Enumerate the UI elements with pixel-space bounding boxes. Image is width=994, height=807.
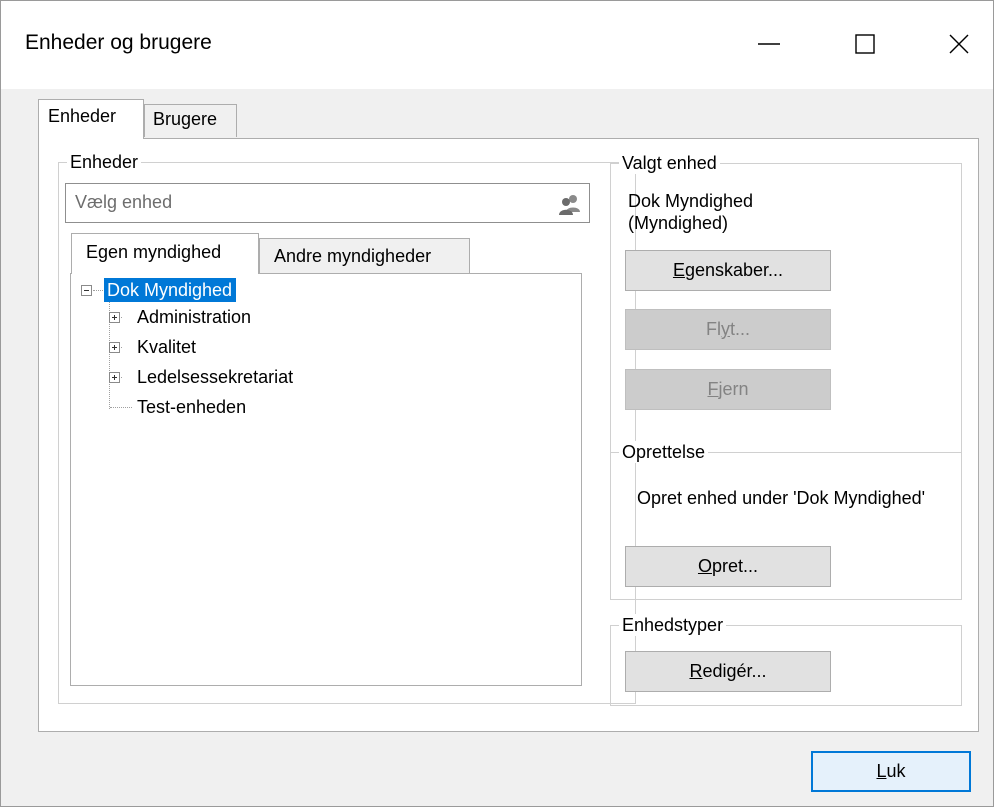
enhedstyper-label: Enhedstyper bbox=[619, 614, 727, 636]
minimize-icon bbox=[758, 43, 780, 45]
expand-icon[interactable] bbox=[109, 312, 120, 323]
egenskaber-button[interactable]: Egenskaber... bbox=[625, 250, 831, 291]
close-icon bbox=[949, 34, 969, 54]
fjern-label: jern bbox=[718, 379, 749, 399]
expand-icon[interactable] bbox=[109, 342, 120, 353]
close-window-button[interactable] bbox=[936, 23, 982, 65]
title-bar: Enheder og brugere bbox=[1, 1, 993, 89]
rediger-label: edigér... bbox=[702, 661, 767, 681]
expand-icon[interactable] bbox=[109, 372, 120, 383]
flyt-button[interactable]: Fl y t... bbox=[625, 309, 831, 350]
opret-label: pret... bbox=[711, 556, 759, 576]
users-icon[interactable] bbox=[557, 192, 583, 216]
enheder-group-label: Enheder bbox=[67, 151, 142, 173]
opret-button[interactable]: Opret... bbox=[625, 546, 831, 587]
egenskaber-mnemonic: E bbox=[672, 260, 685, 280]
selected-unit-line2: (Myndighed) bbox=[628, 213, 729, 233]
egenskaber-label: genskaber... bbox=[684, 260, 784, 280]
tree-node-test-enheden[interactable]: Test-enheden bbox=[137, 395, 246, 419]
flyt-label: t... bbox=[729, 319, 750, 339]
oprettelse-group: Oprettelse Opret enhed under 'Dok Myndig… bbox=[610, 441, 962, 600]
collapse-icon[interactable] bbox=[81, 285, 92, 296]
fjern-mnemonic: F bbox=[707, 379, 719, 399]
tree-line bbox=[93, 290, 103, 291]
tab-egen-myndighed[interactable]: Egen myndighed bbox=[71, 233, 259, 274]
tree-node-kvalitet[interactable]: Kvalitet bbox=[137, 335, 196, 359]
window-title: Enheder og brugere bbox=[25, 31, 212, 54]
rediger-mnemonic: R bbox=[689, 661, 703, 681]
search-placeholder: Vælg enhed bbox=[75, 192, 173, 212]
tab-andre-myndigheder[interactable]: Andre myndigheder bbox=[259, 238, 470, 273]
oprettelse-label: Oprettelse bbox=[619, 441, 709, 463]
luk-mnemonic: L bbox=[876, 761, 887, 781]
fjern-button[interactable]: Fjern bbox=[625, 369, 831, 410]
maximize-icon bbox=[855, 34, 875, 54]
tab-brugere[interactable]: Brugere bbox=[144, 104, 237, 137]
tree-node-ledelsessekretariat[interactable]: Ledelsessekretariat bbox=[137, 365, 293, 389]
valgt-enhed-label: Valgt enhed bbox=[619, 152, 720, 174]
tree-node-administration[interactable]: Administration bbox=[137, 305, 251, 329]
enheder-tab-panel: Enheder Vælg enhed Egen myndighed Andre … bbox=[38, 138, 979, 732]
maximize-button[interactable] bbox=[842, 23, 888, 65]
valgt-enhed-group: Valgt enhed Dok Myndighed (Myndighed) Eg… bbox=[610, 152, 962, 453]
enhedstyper-group: Enhedstyper Redigér... bbox=[610, 614, 962, 706]
minimize-button[interactable] bbox=[746, 23, 792, 65]
flyt-mnemonic: y bbox=[720, 319, 730, 339]
opret-mnemonic: O bbox=[697, 556, 712, 576]
dialog-window: Enheder og brugere Enheder Brugere Enhed… bbox=[0, 0, 994, 807]
flyt-label-pre: Fl bbox=[705, 319, 721, 339]
opret-description: Opret enhed under 'Dok Myndighed' bbox=[637, 488, 926, 508]
rediger-button[interactable]: Redigér... bbox=[625, 651, 831, 692]
unit-tree[interactable]: Dok Myndighed Administration Kvalitet Le… bbox=[70, 273, 582, 686]
selected-unit-name: Dok Myndighed (Myndighed) bbox=[628, 190, 753, 234]
tree-node-root[interactable]: Dok Myndighed bbox=[104, 278, 237, 302]
tab-enheder[interactable]: Enheder bbox=[38, 99, 144, 139]
enheder-group: Enheder Vælg enhed Egen myndighed Andre … bbox=[58, 151, 636, 704]
luk-label: uk bbox=[886, 761, 906, 781]
selected-unit-line1: Dok Myndighed bbox=[628, 191, 754, 211]
search-input[interactable]: Vælg enhed bbox=[65, 183, 590, 223]
tree-line bbox=[110, 407, 132, 408]
luk-button[interactable]: Luk bbox=[811, 751, 971, 792]
